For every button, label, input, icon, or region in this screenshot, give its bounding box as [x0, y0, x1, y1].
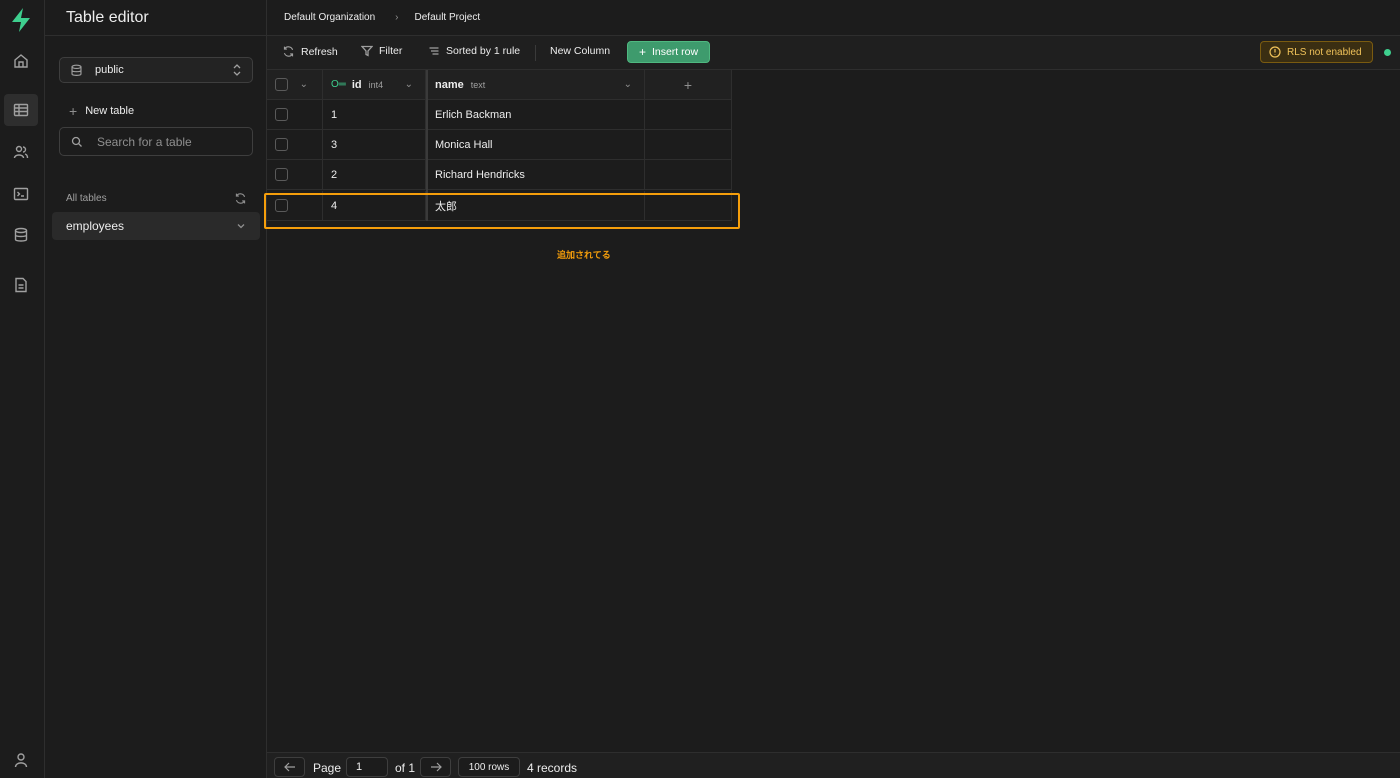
pagination-footer: Page 1 of 1 100 rows 4 records — [267, 752, 1400, 778]
column-type: text — [470, 79, 486, 90]
status-dot — [1384, 49, 1391, 56]
row-checkbox[interactable] — [275, 108, 288, 121]
sort-icon — [429, 47, 439, 55]
sidebar-item-employees[interactable]: employees — [52, 212, 260, 240]
chevron-down-icon[interactable] — [236, 221, 246, 231]
sort-label: Sorted by 1 rule — [446, 45, 521, 57]
rows-per-page-button[interactable]: 100 rows — [458, 757, 520, 777]
chevron-down-icon[interactable]: ⌄ — [300, 79, 308, 90]
column-header-name[interactable]: name text ⌄ — [426, 70, 645, 99]
chevron-down-icon[interactable]: ⌄ — [624, 79, 632, 90]
arrow-right-icon — [430, 762, 442, 772]
all-tables-label: All tables — [66, 193, 107, 204]
icon-rail — [0, 0, 45, 778]
prev-page-button[interactable] — [274, 757, 305, 777]
home-icon[interactable] — [9, 49, 33, 73]
docs-icon[interactable] — [9, 273, 33, 297]
select-all-checkbox[interactable] — [275, 78, 288, 91]
plus-icon: + — [638, 45, 646, 59]
rls-label: RLS not enabled — [1287, 46, 1362, 58]
column-name: id — [351, 78, 362, 91]
refresh-icon — [283, 46, 294, 57]
table-item-label: employees — [66, 219, 125, 233]
table-row[interactable]: 2 Richard Hendricks — [267, 160, 732, 190]
table-row[interactable]: 3 Monica Hall — [267, 130, 732, 160]
refresh-icon[interactable] — [234, 192, 247, 205]
new-table-button[interactable]: + New table — [69, 103, 134, 119]
new-column-button[interactable]: New Column — [550, 45, 610, 57]
users-icon[interactable] — [9, 140, 33, 164]
database-icon[interactable] — [9, 223, 33, 247]
sql-editor-icon[interactable] — [9, 182, 33, 206]
grid-toolbar: Refresh Filter Sorted by 1 rule New Colu… — [267, 36, 1400, 70]
cell-id[interactable]: 3 — [323, 130, 426, 159]
refresh-label: Refresh — [301, 45, 338, 58]
refresh-button[interactable]: Refresh — [282, 45, 338, 58]
schema-name: public — [95, 64, 124, 76]
row-checkbox[interactable] — [275, 168, 288, 181]
records-count: 4 records — [527, 761, 578, 775]
warning-icon — [1269, 46, 1281, 58]
empty-cell — [645, 100, 732, 129]
breadcrumb-org[interactable]: Default Organization — [284, 12, 375, 23]
filter-icon — [361, 45, 373, 57]
insert-row-label: Insert row — [651, 46, 699, 58]
toolbar-divider — [535, 45, 536, 61]
cell-name[interactable]: Monica Hall — [426, 130, 645, 159]
supabase-logo-icon[interactable] — [9, 7, 33, 33]
column-type: int4 — [368, 79, 384, 90]
grid-header-row: ⌄ O═ id int4 ⌄ name text ⌄ + — [267, 70, 732, 100]
highlight-box — [264, 193, 740, 229]
column-header-id[interactable]: O═ id int4 ⌄ — [323, 70, 426, 99]
cell-id[interactable]: 2 — [323, 160, 426, 189]
empty-cell — [645, 160, 732, 189]
filter-label: Filter — [379, 45, 403, 57]
table-search-input[interactable]: Search for a table — [59, 127, 253, 156]
arrow-left-icon — [283, 762, 295, 772]
add-column-button[interactable]: + — [645, 70, 732, 99]
annotation-text: 追加されてる — [557, 250, 611, 260]
cell-name[interactable]: Erlich Backman — [426, 100, 645, 129]
new-table-label: New table — [85, 105, 135, 117]
rls-warning-badge[interactable]: RLS not enabled — [1260, 41, 1373, 63]
breadcrumb: Default Organization › Default Project — [267, 0, 1400, 36]
sort-button[interactable]: Sorted by 1 rule — [428, 45, 520, 57]
table-row[interactable]: 1 Erlich Backman — [267, 100, 732, 130]
chevron-down-icon[interactable]: ⌄ — [405, 79, 413, 90]
table-editor-icon[interactable] — [4, 94, 38, 126]
insert-row-button[interactable]: + Insert row — [627, 41, 710, 63]
primary-key-icon: O═ — [331, 79, 346, 90]
chevron-right-icon: › — [395, 12, 399, 23]
select-all-cell: ⌄ — [267, 70, 323, 99]
page-number-input[interactable]: 1 — [346, 757, 388, 777]
page-label: Page — [313, 761, 342, 775]
account-icon[interactable] — [9, 748, 33, 772]
schema-selector[interactable]: public — [59, 57, 253, 83]
next-page-button[interactable] — [420, 757, 451, 777]
empty-cell — [645, 130, 732, 159]
all-tables-header: All tables — [66, 192, 247, 205]
filter-button[interactable]: Filter — [361, 45, 402, 57]
search-icon — [71, 136, 82, 147]
database-icon — [71, 64, 82, 76]
sidebar-title: Table editor — [45, 0, 266, 36]
table-sidebar: Table editor public + New table Search f… — [45, 0, 267, 778]
new-column-label: New Column — [550, 45, 611, 57]
search-placeholder: Search for a table — [97, 134, 192, 149]
chevron-updown-icon — [233, 64, 241, 76]
cell-name[interactable]: Richard Hendricks — [426, 160, 645, 189]
column-name: name — [435, 78, 464, 91]
row-checkbox[interactable] — [275, 138, 288, 151]
breadcrumb-project[interactable]: Default Project — [415, 12, 481, 23]
cell-id[interactable]: 1 — [323, 100, 426, 129]
plus-icon: + — [69, 103, 78, 119]
page-count: of 1 — [395, 761, 416, 775]
